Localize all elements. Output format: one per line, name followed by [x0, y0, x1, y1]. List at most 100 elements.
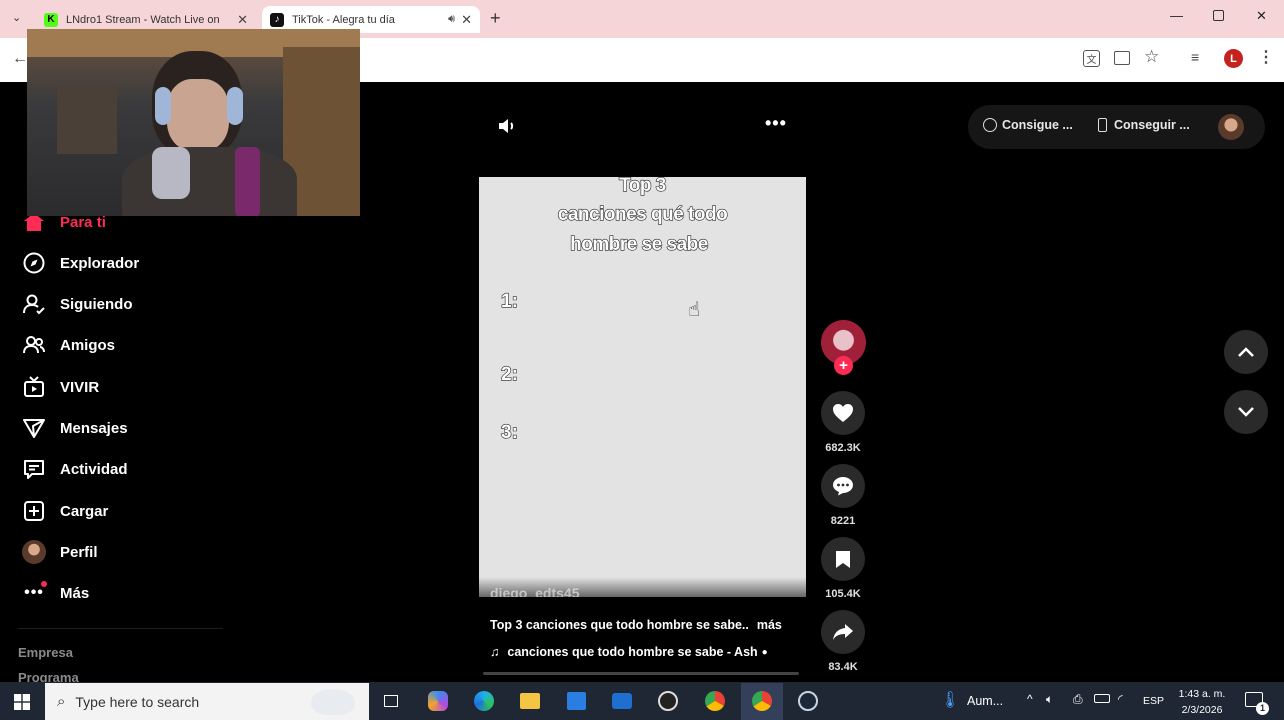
task-view-icon[interactable]: [378, 688, 404, 714]
search-highlight-icon: [311, 688, 355, 715]
copilot-icon[interactable]: [425, 688, 451, 714]
new-tab-icon[interactable]: +: [490, 8, 501, 29]
clock[interactable]: 1:43 a. m. 2/3/2026: [1172, 686, 1232, 718]
media-control-icon[interactable]: ≡: [1191, 49, 1199, 65]
chevron-down-icon: [1238, 407, 1254, 417]
video-overlay-title-line: hombre se sabe: [570, 233, 709, 255]
activity-icon: [22, 457, 46, 481]
notification-dot: [41, 581, 47, 587]
thermometer-icon[interactable]: 🌡︎: [940, 690, 960, 710]
volume-icon[interactable]: [497, 116, 517, 141]
minimize-icon[interactable]: —: [1170, 8, 1183, 23]
sidebar-item-label: VIVIR: [60, 378, 100, 396]
battery-icon[interactable]: [1094, 694, 1110, 703]
mic-tray-icon[interactable]: ⎙: [1073, 692, 1083, 707]
video-overlay-title-line: Top 3: [619, 177, 667, 197]
video-music[interactable]: ♫ canciones que todo hombre se sabe - As…: [490, 645, 768, 659]
tab-search-chevron-icon[interactable]: ⌄: [12, 11, 21, 24]
footer-link-empresa[interactable]: Empresa: [18, 645, 73, 660]
send-icon: [22, 416, 46, 440]
more-link[interactable]: más: [757, 618, 782, 632]
profile-avatar[interactable]: L: [1224, 49, 1243, 68]
tab-audio-icon[interactable]: 🔊︎: [448, 13, 455, 26]
chevron-up-icon: [1238, 347, 1254, 357]
follow-plus-button[interactable]: +: [834, 356, 853, 375]
translate-icon[interactable]: 文: [1083, 50, 1100, 67]
mail-icon[interactable]: [609, 688, 635, 714]
comment-action[interactable]: 8221: [821, 464, 865, 527]
kick-icon: K: [44, 12, 58, 27]
like-action[interactable]: 682.3K: [821, 391, 865, 454]
get-app-button[interactable]: Conseguir ...: [1098, 118, 1190, 132]
microsoft-store-icon[interactable]: [563, 688, 589, 714]
sidebar-item-mas[interactable]: ••• Más: [22, 581, 89, 605]
webcam-overlay: [27, 29, 360, 216]
music-title: canciones que todo hombre se sabe - Ash: [507, 645, 758, 659]
more-options-icon[interactable]: •••: [765, 113, 787, 134]
volume-tray-icon[interactable]: 🔈︎: [1046, 692, 1053, 707]
search-placeholder: Type here to search: [75, 693, 200, 710]
save-count: 105.4K: [825, 588, 861, 600]
sidebar-item-vivir[interactable]: VIVIR: [22, 375, 99, 399]
restore-icon[interactable]: [1213, 10, 1224, 21]
get-coins-button[interactable]: Consigue ...: [983, 118, 1073, 132]
more-icon: •••: [22, 581, 47, 605]
sidebar-item-label: Para ti: [60, 213, 106, 231]
close-tab-icon[interactable]: ✕: [461, 12, 472, 28]
user-avatar[interactable]: [1218, 114, 1244, 140]
video-progress-bar[interactable]: [483, 672, 799, 675]
video-overlay-title-line: canciones qué todo: [557, 203, 728, 225]
sidebar-item-explorador[interactable]: Explorador: [22, 251, 139, 275]
like-count: 682.3K: [825, 442, 861, 454]
sidebar-item-label: Explorador: [60, 254, 140, 272]
back-icon[interactable]: ←: [12, 50, 28, 68]
sidebar-item-label: Más: [60, 584, 90, 602]
chrome-active-icon[interactable]: [749, 688, 775, 714]
sidebar-item-perfil[interactable]: Perfil: [22, 540, 98, 564]
file-explorer-icon[interactable]: [517, 688, 543, 714]
steam-icon[interactable]: [795, 688, 821, 714]
sidebar-item-siguiendo[interactable]: Siguiendo: [22, 292, 133, 316]
live-tv-icon: [22, 375, 46, 399]
save-action[interactable]: 105.4K: [821, 537, 865, 600]
install-app-icon[interactable]: [1114, 51, 1130, 65]
chrome-icon[interactable]: [702, 688, 728, 714]
sidebar-item-cargar[interactable]: Cargar: [22, 499, 108, 523]
tray-chevron-icon[interactable]: ^: [1027, 692, 1033, 706]
sidebar-item-label: Amigos: [60, 336, 116, 354]
video-watermark: diego_edts45: [490, 585, 580, 597]
sidebar-item-label: Actividad: [60, 460, 128, 478]
close-tab-icon[interactable]: ✕: [237, 12, 248, 28]
previous-video-button[interactable]: [1224, 330, 1268, 374]
coin-icon: [983, 118, 997, 132]
share-icon[interactable]: [821, 610, 865, 654]
wifi-icon[interactable]: ◜: [1118, 692, 1123, 706]
share-count: 83.4K: [828, 661, 858, 673]
bookmark-star-icon[interactable]: ☆: [1144, 47, 1159, 67]
close-window-icon[interactable]: ✕: [1256, 8, 1267, 24]
edge-icon[interactable]: [471, 688, 497, 714]
sidebar-item-label: Mensajes: [60, 419, 128, 437]
obs-icon[interactable]: [655, 688, 681, 714]
share-action[interactable]: 83.4K: [821, 610, 865, 673]
sidebar-item-mensajes[interactable]: Mensajes: [22, 416, 128, 440]
weather-text[interactable]: Aum...: [967, 694, 1003, 708]
windows-start-icon[interactable]: [14, 694, 30, 715]
taskbar-search-box[interactable]: ⌕ Type here to search: [45, 683, 369, 720]
heart-icon[interactable]: [821, 391, 865, 435]
next-video-button[interactable]: [1224, 390, 1268, 434]
search-icon: ⌕: [57, 693, 66, 710]
webcam-person-face: [167, 79, 229, 151]
comment-icon[interactable]: [821, 464, 865, 508]
music-note-icon: ♫: [490, 645, 500, 659]
sidebar-item-actividad[interactable]: Actividad: [22, 457, 128, 481]
sidebar-item-amigos[interactable]: Amigos: [22, 333, 115, 357]
hand-cursor-icon: ☝︎: [688, 299, 701, 321]
language-indicator[interactable]: ESP: [1143, 695, 1164, 707]
music-disc-icon: ●: [761, 646, 768, 658]
bookmark-icon[interactable]: [821, 537, 865, 581]
video-list-number: 3:: [500, 421, 518, 443]
webcam-cup: [152, 147, 190, 199]
browser-menu-icon[interactable]: ⋮: [1258, 47, 1274, 67]
video-player[interactable]: Top 3 canciones qué todo hombre se sabe …: [479, 177, 806, 597]
